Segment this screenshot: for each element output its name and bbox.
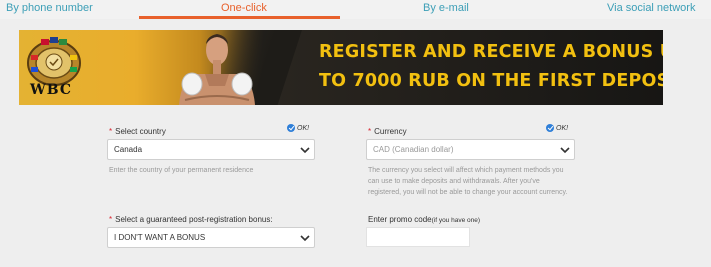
bonus-label: * Select a guaranteed post-registration b…	[109, 215, 273, 224]
country-label-text: Select country	[115, 127, 166, 136]
bonus-select[interactable]: I DON'T WANT A BONUS	[107, 227, 315, 248]
banner-headline: Register and receive a bonus up to 7000 …	[319, 38, 663, 96]
check-circle-icon	[546, 124, 554, 132]
tab-via-social-network[interactable]: Via social network	[607, 2, 695, 14]
registration-tabs: By phone number One-click By e-mail Via …	[0, 0, 711, 19]
required-asterisk: *	[109, 215, 113, 224]
promo-code-label-note: (if you have one)	[431, 217, 481, 224]
chevron-down-icon	[300, 235, 310, 242]
wbc-logo-text: WBC	[30, 82, 72, 98]
currency-ok-text: OK!	[556, 124, 569, 132]
currency-ok-status: OK!	[546, 124, 568, 132]
boxer-image	[179, 34, 255, 105]
country-ok-text: OK!	[297, 124, 310, 132]
currency-select-value: CAD (Canadian dollar)	[373, 145, 454, 154]
bonus-select-value: I DON'T WANT A BONUS	[114, 233, 206, 242]
banner-headline-line-1: Register and receive a bonus up	[319, 42, 663, 62]
currency-label-text: Currency	[374, 127, 407, 136]
promo-code-input[interactable]	[366, 227, 470, 247]
required-asterisk: *	[368, 127, 372, 136]
active-tab-indicator	[139, 16, 340, 19]
promo-code-label-text: Enter promo code	[368, 215, 432, 224]
currency-hint-line-3: registered, you will not be able to chan…	[368, 189, 568, 196]
currency-select[interactable]: CAD (Canadian dollar)	[366, 139, 575, 160]
country-hint: Enter the country of your permanent resi…	[109, 167, 254, 174]
banner-headline-line-2: to 7000 RUB on the first deposit!	[319, 71, 663, 91]
tab-by-email[interactable]: By e-mail	[423, 2, 469, 14]
promo-banner[interactable]: WBC Register and receive a bonus up to 7…	[19, 30, 663, 105]
chevron-down-icon	[560, 147, 570, 154]
currency-label: * Currency	[368, 127, 407, 136]
tab-one-click[interactable]: One-click	[221, 2, 267, 14]
country-ok-status: OK!	[287, 124, 309, 132]
currency-hint: The currency you select will affect whic…	[368, 165, 567, 198]
currency-hint-line-1: The currency you select will affect whic…	[368, 167, 564, 174]
chevron-down-icon	[300, 147, 310, 154]
country-select[interactable]: Canada	[107, 139, 315, 160]
country-select-value: Canada	[114, 145, 143, 154]
currency-hint-line-2: can use to make deposits and withdrawals…	[368, 178, 540, 185]
promo-code-label: Enter promo code(if you have one)	[368, 215, 480, 224]
check-circle-icon	[287, 124, 295, 132]
bonus-label-text: Select a guaranteed post-registration bo…	[115, 215, 273, 224]
required-asterisk: *	[109, 127, 113, 136]
tab-by-phone-number[interactable]: By phone number	[6, 2, 93, 14]
country-label: * Select country	[109, 127, 166, 136]
